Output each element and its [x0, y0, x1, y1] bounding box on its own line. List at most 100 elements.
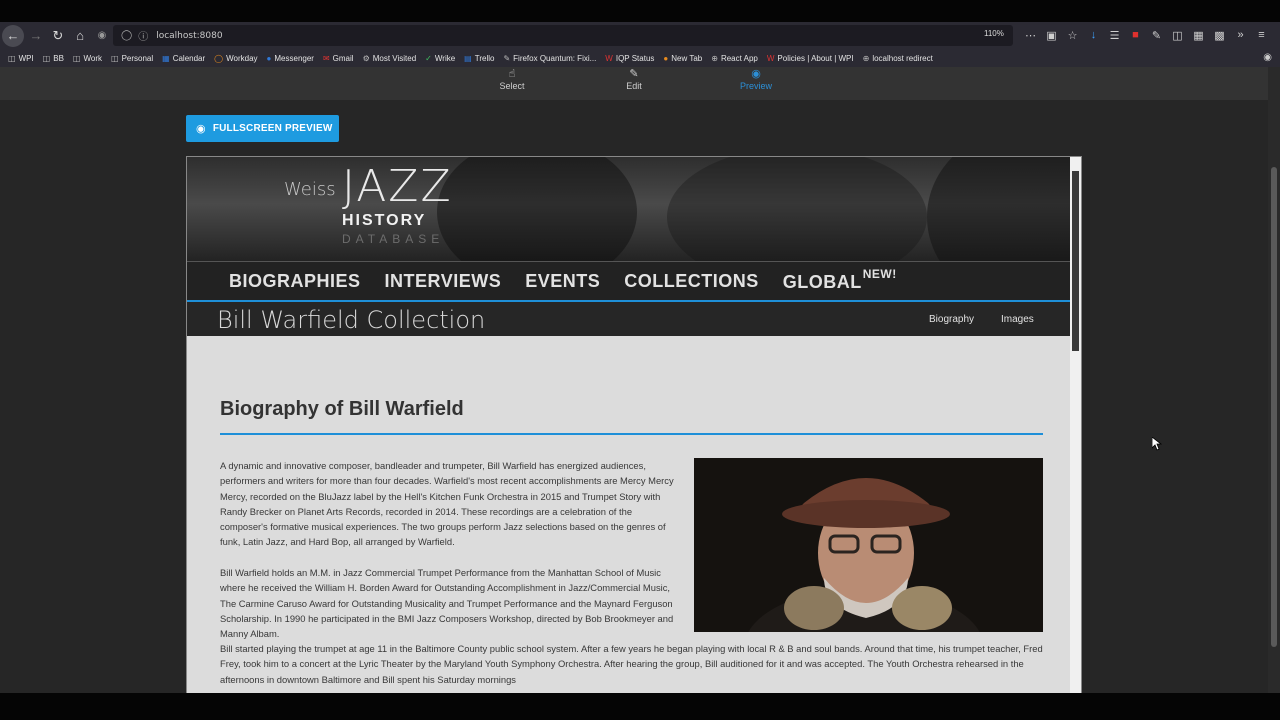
- nav-biographies[interactable]: BIOGRAPHIES: [229, 271, 361, 292]
- app-area: ☝ Select ✎ Edit ◉ Preview ◉ FULLSCREEN P…: [0, 67, 1280, 693]
- collection-title: Bill Warfield Collection: [217, 306, 486, 334]
- globe-icon: ⊕: [711, 53, 718, 63]
- info-icon: ⓘ: [138, 32, 149, 43]
- bio-heading: Biography of Bill Warfield: [220, 398, 464, 420]
- bookmark-personal[interactable]: ◫ Personal: [111, 54, 153, 63]
- home-button[interactable]: ⌂: [70, 26, 90, 46]
- bookmark-most-visited[interactable]: ⚙ Most Visited: [363, 54, 417, 63]
- bookmark-policies[interactable]: W Policies | About | WPI: [767, 54, 854, 63]
- more-icon[interactable]: ⋯: [1020, 26, 1041, 44]
- logo-jazz: JAZZ: [342, 161, 453, 212]
- hand-icon: ☝: [508, 68, 516, 80]
- extension-icon[interactable]: ▩: [1209, 26, 1230, 44]
- folder-icon: ◫: [8, 53, 16, 63]
- bookmark-iqp-status[interactable]: W IQP Status: [605, 54, 654, 63]
- header-photo-shade: [667, 157, 927, 261]
- bookmark-localhost-redirect[interactable]: ⊕ localhost redirect: [863, 54, 933, 63]
- bookmarks-bar: ◫ WPI ◫ BB ◫ Work ◫ Personal ▦ Calendar ◯ Work…: [0, 49, 1280, 67]
- bookmark-bb[interactable]: ◫ BB: [43, 54, 64, 63]
- mode-preview[interactable]: ◉ Preview: [726, 67, 786, 91]
- account-icon[interactable]: ◉: [1263, 52, 1272, 63]
- bookmark-wrike[interactable]: ✓ Wrike: [425, 54, 455, 63]
- pen-icon[interactable]: ✎: [1146, 26, 1167, 44]
- fullscreen-preview-button[interactable]: ◉ FULLSCREEN PREVIEW: [186, 115, 339, 142]
- os-top-strip: [0, 0, 1280, 22]
- bookmark-firefox-quantum[interactable]: ✎ Firefox Quantum: Fixi...: [503, 54, 596, 63]
- library-icon[interactable]: ☰: [1104, 26, 1125, 44]
- bookmark-gmail[interactable]: ✉ Gmail: [323, 54, 354, 63]
- pencil-icon: ✎: [629, 68, 639, 80]
- os-bottom-strip: [0, 693, 1280, 720]
- sidebar-icon[interactable]: ◫: [1167, 26, 1188, 44]
- w-icon: W: [766, 53, 775, 63]
- nav-global[interactable]: GLOBALNEW!: [782, 267, 897, 293]
- collection-link-biography[interactable]: Biography: [929, 314, 974, 325]
- gmail-icon: ✉: [322, 53, 330, 63]
- gear-icon: ⚙: [362, 53, 370, 63]
- mode-edit[interactable]: ✎ Edit: [604, 67, 664, 91]
- preview-scroll-thumb[interactable]: [1072, 171, 1079, 351]
- nav-collections[interactable]: COLLECTIONS: [624, 271, 759, 292]
- zoom-level[interactable]: 110%: [980, 27, 1008, 41]
- page-scrollbar[interactable]: [1268, 67, 1280, 693]
- nav-global-label: GLOBAL: [782, 271, 862, 292]
- mode-bar: ☝ Select ✎ Edit ◉ Preview: [0, 67, 1268, 100]
- bookmark-workday[interactable]: ◯ Workday: [214, 54, 257, 63]
- bio-paragraph: Bill Warfield holds an M.M. in Jazz Comm…: [220, 567, 674, 640]
- workday-icon: ◯: [214, 53, 224, 63]
- firefox-icon: ●: [663, 53, 669, 63]
- arrow-left-icon: ←: [6, 28, 20, 43]
- bookmark-new-tab[interactable]: ● New Tab: [663, 54, 702, 63]
- site-header: Weiss JAZZ HISTORY DATABASE: [187, 157, 1070, 261]
- bookmark-calendar[interactable]: ▦ Calendar: [162, 54, 205, 63]
- lastpass-icon[interactable]: ■: [1125, 26, 1146, 44]
- collection-link-images[interactable]: Images: [1001, 314, 1034, 325]
- site-nav: BIOGRAPHIES INTERVIEWS EVENTS COLLECTION…: [187, 261, 1070, 302]
- pocket-icon[interactable]: ▣: [1041, 26, 1062, 44]
- home-icon: ⌂: [76, 28, 84, 43]
- eye-icon: ◉: [196, 123, 206, 135]
- nav-events[interactable]: EVENTS: [525, 271, 600, 292]
- mouse-cursor-icon: [1152, 437, 1162, 451]
- folder-icon: ◫: [42, 53, 51, 63]
- shield-icon: ◉: [97, 30, 107, 41]
- portrait-illustration: [694, 458, 1043, 632]
- menu-icon[interactable]: ≡: [1251, 26, 1272, 44]
- collection-bar: Bill Warfield Collection Biography Image…: [187, 302, 1070, 336]
- header-photo-shade: [927, 157, 1070, 261]
- messenger-icon: ●: [266, 53, 272, 63]
- bookmark-react-app[interactable]: ⊕ React App: [711, 54, 758, 63]
- bookmark-work[interactable]: ◫ Work: [73, 54, 102, 63]
- globe-icon: ⊕: [862, 53, 870, 63]
- url-text[interactable]: localhost:8080: [156, 31, 222, 41]
- shield-icon: ◯: [121, 30, 133, 41]
- url-bar[interactable]: ◯ ⓘ localhost:8080: [113, 25, 1013, 46]
- preview-scrollbar[interactable]: [1070, 157, 1081, 693]
- arrow-right-icon: →: [29, 28, 43, 43]
- calendar-icon: ▦: [162, 53, 170, 63]
- biography-content: Biography of Bill Warfield A dynamic and…: [187, 336, 1070, 693]
- portrait-photo: [694, 458, 1043, 632]
- logo-weiss: Weiss: [284, 179, 336, 200]
- bio-paragraph: A dynamic and innovative composer, bandl…: [220, 460, 674, 548]
- browser-toolbar: ← → ↻ ⌂ ◉ ◯ ⓘ localhost:8080 110% ⋯ ▣ ☆ …: [0, 22, 1280, 49]
- reload-button[interactable]: ↻: [48, 26, 68, 46]
- overflow-icon[interactable]: »: [1230, 26, 1251, 44]
- bookmark-trello[interactable]: ▤ Trello: [464, 54, 494, 63]
- page-scroll-thumb[interactable]: [1271, 167, 1277, 647]
- extension-icon[interactable]: ▦: [1188, 26, 1209, 44]
- forward-button[interactable]: →: [26, 26, 46, 46]
- download-icon[interactable]: ↓: [1083, 26, 1104, 44]
- brush-icon: ✎: [503, 53, 511, 63]
- bookmark-messenger[interactable]: ● Messenger: [267, 54, 314, 63]
- preview-frame: Weiss JAZZ HISTORY DATABASE BIOGRAPHIES …: [186, 156, 1082, 693]
- w-icon: W: [605, 53, 613, 63]
- star-icon[interactable]: ☆: [1062, 26, 1083, 44]
- toolbar-right-icons: ⋯ ▣ ☆ ↓ ☰ ■ ✎ ◫ ▦ ▩ » ≡: [1020, 26, 1272, 44]
- tracking-button[interactable]: ◉: [92, 26, 112, 46]
- header-photo-shade: [437, 157, 637, 261]
- back-button[interactable]: ←: [2, 24, 24, 47]
- mode-select[interactable]: ☝ Select: [482, 67, 542, 91]
- nav-interviews[interactable]: INTERVIEWS: [385, 271, 502, 292]
- bookmark-wpi[interactable]: ◫ WPI: [8, 54, 34, 63]
